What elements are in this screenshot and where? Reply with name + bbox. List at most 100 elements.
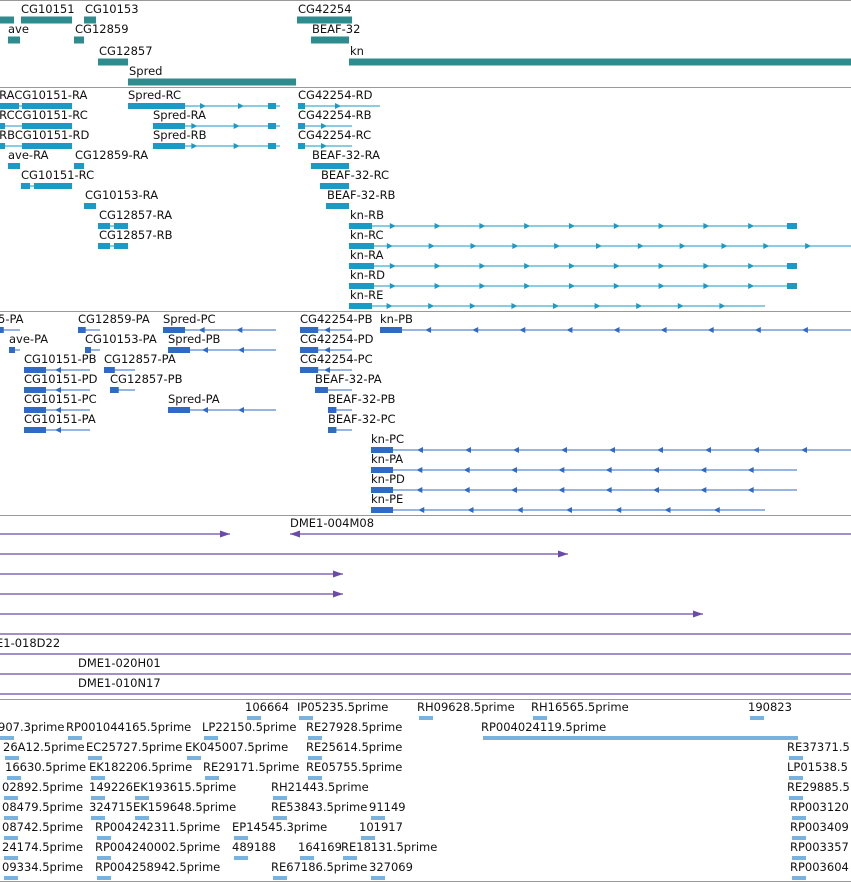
- protein-feature[interactable]: CG10151-PC: [24, 392, 97, 413]
- protein-feature[interactable]: CG42254-PB: [300, 312, 373, 333]
- clone-feature[interactable]: [0, 610, 703, 618]
- est-feature[interactable]: RE29885.5: [787, 780, 850, 800]
- est-feature[interactable]: 324715: [89, 800, 133, 820]
- est-feature[interactable]: RE67186.5prime: [271, 860, 367, 880]
- protein-block[interactable]: [24, 427, 46, 433]
- protein-feature[interactable]: CG10153-PA: [85, 332, 157, 353]
- protein-feature[interactable]: CG42254-PC: [300, 352, 373, 373]
- protein-block[interactable]: [380, 327, 402, 333]
- est-feature[interactable]: RE18131.5prime: [341, 840, 437, 860]
- est-feature[interactable]: 164169: [298, 840, 342, 860]
- protein-feature[interactable]: 5-PA: [0, 312, 24, 333]
- est-feature[interactable]: LP22150.5prime: [202, 720, 296, 740]
- protein-feature[interactable]: kn-PA: [371, 452, 797, 473]
- exon-block[interactable]: [21, 183, 30, 189]
- protein-block[interactable]: [371, 507, 393, 513]
- est-block[interactable]: [97, 876, 111, 880]
- est-feature[interactable]: 91149: [369, 800, 406, 820]
- transcript-feature[interactable]: CG12857-RB: [98, 228, 173, 249]
- est-feature[interactable]: RP004024119.5prime: [481, 720, 798, 740]
- est-feature[interactable]: RP003120: [790, 800, 849, 820]
- est-feature[interactable]: 08742.5prime: [2, 820, 83, 840]
- est-feature[interactable]: 101917: [359, 820, 403, 840]
- transcript-feature[interactable]: ave-RA: [8, 148, 49, 169]
- est-block[interactable]: [792, 876, 806, 880]
- transcript-feature[interactable]: BEAF-32-RB: [326, 188, 396, 209]
- est-feature[interactable]: RP001044165.5prime: [66, 720, 191, 740]
- protein-block[interactable]: [9, 347, 15, 353]
- est-feature[interactable]: EP14545.3prime: [232, 820, 327, 840]
- protein-feature[interactable]: kn-PE: [371, 492, 765, 513]
- gene-feature[interactable]: CG10151: [0, 2, 75, 24]
- protein-feature[interactable]: BEAF-32-PB: [328, 392, 396, 413]
- est-feature[interactable]: EC25727.5prime: [86, 740, 182, 760]
- transcript-feature[interactable]: CG12857-RA: [98, 208, 172, 229]
- exon-block[interactable]: [268, 123, 276, 129]
- transcript-feature[interactable]: CG10151-RC: [21, 168, 94, 189]
- est-block[interactable]: [483, 736, 798, 740]
- transcript-feature[interactable]: CG12859-RA: [74, 148, 148, 169]
- clone-feature[interactable]: [0, 570, 343, 578]
- est-feature[interactable]: 149226: [89, 780, 133, 800]
- gene-exon-block[interactable]: [98, 58, 128, 66]
- est-feature[interactable]: RE05755.5prime: [306, 760, 402, 780]
- est-feature[interactable]: RH16565.5prime: [531, 700, 629, 720]
- transcript-feature[interactable]: BEAF-32-RC: [320, 168, 389, 189]
- gene-exon-block[interactable]: [311, 36, 349, 44]
- protein-feature[interactable]: kn-PD: [371, 472, 797, 493]
- est-block[interactable]: [371, 876, 385, 880]
- protein-feature[interactable]: Spred-PC: [163, 312, 276, 333]
- protein-feature[interactable]: Spred-PB: [168, 332, 276, 353]
- protein-feature[interactable]: CG10151-PD: [24, 372, 98, 393]
- transcript-feature[interactable]: kn-RA: [349, 248, 797, 269]
- exon-block[interactable]: [787, 223, 797, 229]
- est-block[interactable]: [273, 876, 287, 880]
- est-feature[interactable]: RE27928.5prime: [306, 720, 402, 740]
- protein-feature[interactable]: CG12857-PB: [110, 372, 183, 393]
- transcript-feature[interactable]: CG42254-RD: [298, 88, 380, 109]
- est-feature[interactable]: RH21443.5prime: [271, 780, 369, 800]
- transcript-feature[interactable]: kn-RE: [349, 288, 765, 309]
- exon-block[interactable]: [114, 243, 128, 249]
- exon-block[interactable]: [298, 143, 305, 149]
- genome-browser-viewport[interactable]: CG10151 CG10153 CG42254 ave CG12859 BEAF-32 CG…: [0, 0, 851, 883]
- est-feature[interactable]: RE29171.5prime: [203, 760, 299, 780]
- exon-block[interactable]: [268, 103, 276, 109]
- protein-feature[interactable]: CG10151-PB: [24, 352, 97, 373]
- est-feature[interactable]: 26A12.5prime: [3, 740, 85, 760]
- est-feature[interactable]: 190823: [748, 700, 792, 720]
- gene-feature[interactable]: CG10153: [84, 2, 139, 24]
- est-block[interactable]: [419, 716, 433, 720]
- transcript-feature[interactable]: -RACG10151-RA: [0, 88, 88, 109]
- est-feature[interactable]: 02892.5prime: [2, 780, 83, 800]
- gene-feature[interactable]: CG42254: [297, 2, 352, 24]
- gene-exon-block[interactable]: [8, 36, 20, 44]
- gene-exon-block[interactable]: [74, 36, 84, 44]
- est-feature[interactable]: RP003357: [790, 840, 849, 860]
- est-feature[interactable]: LP01538.5: [787, 760, 848, 780]
- est-feature[interactable]: EK159648.5prime: [133, 800, 236, 820]
- protein-feature[interactable]: ave-PA: [9, 332, 48, 353]
- est-feature[interactable]: RE53843.5prime: [271, 800, 367, 820]
- protein-feature[interactable]: CG10151-PA: [24, 412, 96, 433]
- exon-block[interactable]: [787, 263, 797, 269]
- protein-feature[interactable]: kn-PC: [371, 432, 851, 453]
- est-feature[interactable]: RP004240002.5prime: [95, 840, 220, 860]
- exon-block[interactable]: [34, 183, 72, 189]
- transcript-feature[interactable]: kn-RC: [349, 228, 851, 249]
- exon-block[interactable]: [153, 143, 185, 149]
- transcript-feature[interactable]: BEAF-32-RA: [311, 148, 380, 169]
- clone-feature[interactable]: [290, 530, 851, 538]
- transcript-feature[interactable]: Spred-RC: [128, 88, 280, 109]
- est-feature[interactable]: RP004242311.5prime: [95, 820, 220, 840]
- est-feature[interactable]: 16630.5prime: [5, 760, 86, 780]
- transcript-feature[interactable]: -RCCG10151-RC: [0, 108, 88, 129]
- gene-exon-block[interactable]: [128, 78, 296, 86]
- gene-exon-block[interactable]: [349, 58, 851, 66]
- exon-block[interactable]: [98, 243, 110, 249]
- transcript-feature[interactable]: CG42254-RB: [298, 108, 372, 129]
- est-feature[interactable]: 106664: [245, 700, 289, 720]
- est-feature[interactable]: 489188: [232, 840, 276, 860]
- protein-feature[interactable]: kn-PB: [380, 312, 851, 333]
- est-feature[interactable]: RP004258942.5prime: [95, 860, 220, 880]
